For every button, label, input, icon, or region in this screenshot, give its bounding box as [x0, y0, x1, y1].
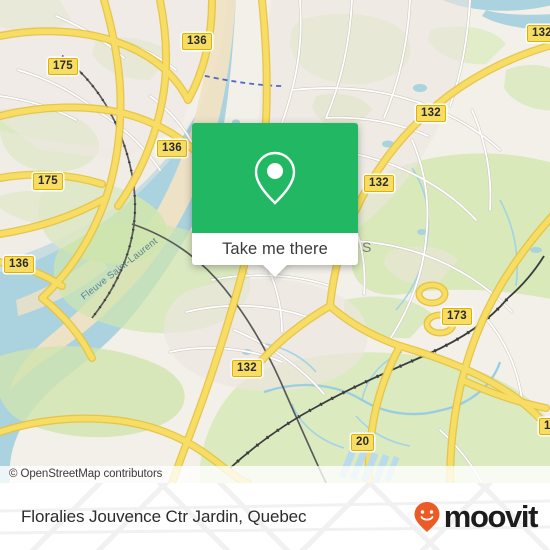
road-shield-label: 175	[38, 175, 58, 187]
road-shield-label: 132	[532, 27, 550, 39]
road-shield-label: 136	[9, 258, 29, 270]
road-shield: 132	[232, 360, 262, 377]
road-shield: 132	[364, 175, 394, 192]
road-shield-label: 132	[237, 362, 257, 374]
popup-pointer-tail	[262, 264, 288, 277]
moovit-logo[interactable]: moovit	[412, 483, 539, 550]
road-shield: 175	[48, 58, 78, 75]
take-me-there-label: Take me there	[222, 239, 328, 258]
road-shield-label: 136	[187, 35, 207, 47]
road-shield-label: 17	[544, 420, 550, 432]
moovit-wordmark: moovit	[443, 499, 539, 534]
road-shield-label: 132	[421, 107, 441, 119]
map-pin-icon	[254, 151, 296, 205]
road-shield: 132	[527, 25, 550, 42]
road-shield-label: 175	[53, 60, 73, 72]
place-title: Floralies Jouvence Ctr Jardin, Quebec	[21, 506, 307, 526]
road-shield-label: 136	[162, 142, 182, 154]
road-shield: 173	[442, 308, 472, 325]
road-shield: 17	[539, 418, 550, 435]
osm-attribution[interactable]: © OpenStreetMap contributors	[0, 466, 550, 483]
road-shield-label: 173	[447, 310, 467, 322]
road-shield: 136	[157, 140, 187, 157]
road-shield: 136	[4, 256, 34, 273]
road-shield: 20	[351, 434, 375, 451]
moovit-smile-pin-icon	[414, 501, 440, 532]
svg-text:S: S	[362, 239, 371, 255]
bottom-info-bar: Floralies Jouvence Ctr Jardin, Quebec mo…	[0, 483, 550, 550]
popup-header	[192, 123, 358, 233]
road-shield: 175	[33, 173, 63, 190]
popup-footer[interactable]: Take me there	[192, 233, 358, 265]
road-shield-label: 20	[356, 436, 370, 448]
road-shield: 132	[416, 105, 446, 122]
road-shield-label: 132	[369, 177, 389, 189]
road-shield: 136	[182, 33, 212, 50]
location-popup-card[interactable]: Take me there	[192, 123, 358, 277]
moovit-map-screenshot: S Fleuve Saint-Laurent 175 136 136 175 136 13…	[0, 0, 550, 550]
